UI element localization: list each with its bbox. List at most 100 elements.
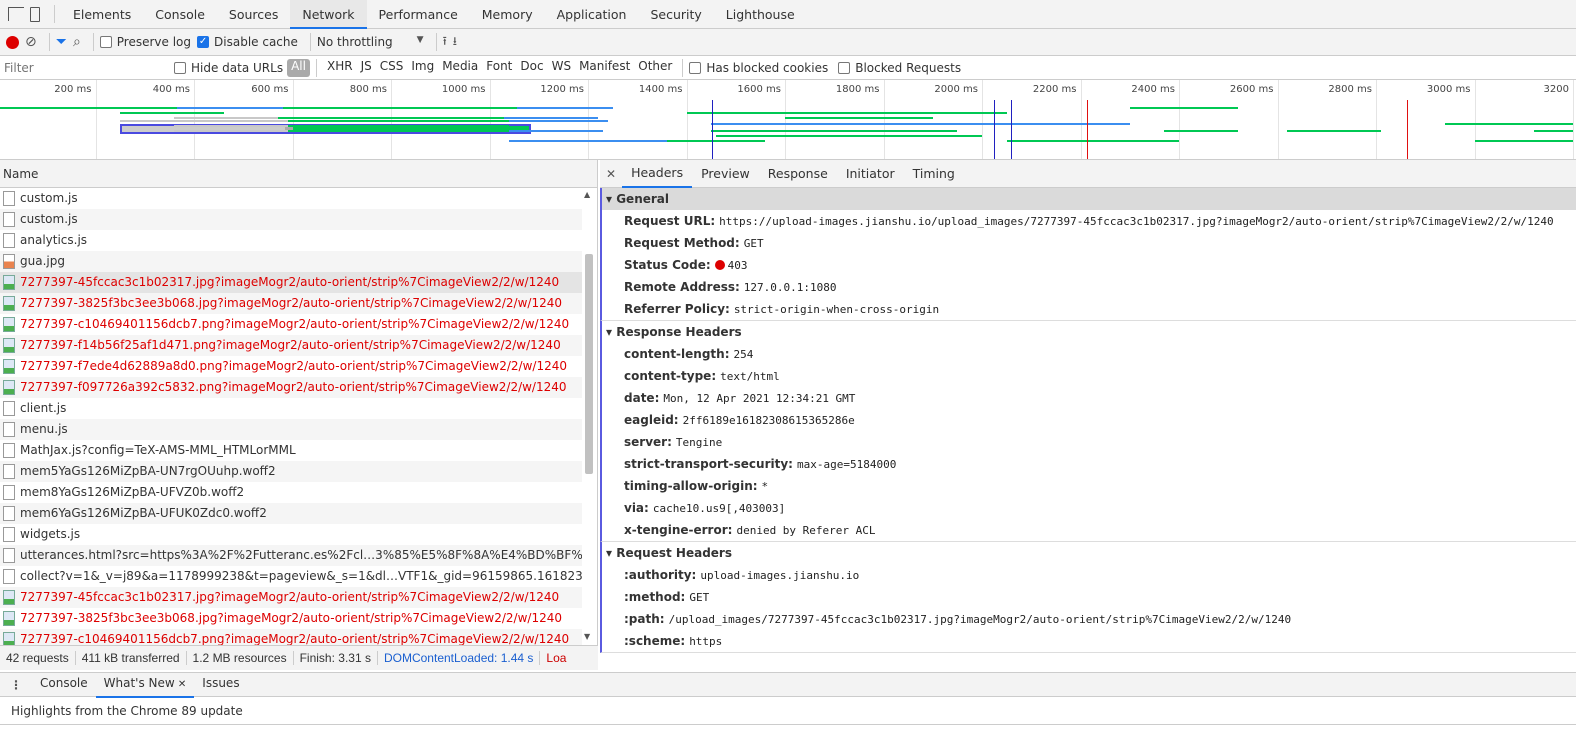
tab-performance[interactable]: Performance <box>367 0 470 29</box>
tab-security[interactable]: Security <box>638 0 713 29</box>
filter-type-other[interactable]: Other <box>634 59 676 77</box>
tab-elements[interactable]: Elements <box>61 0 143 29</box>
dropdown-arrow-icon: ▼ <box>416 35 424 45</box>
name-column-header[interactable]: Name <box>0 160 597 188</box>
request-row[interactable]: 7277397-3825f3bc3ee3b068.jpg?imageMogr2/… <box>0 293 582 314</box>
header-name: strict-transport-security: <box>624 457 793 471</box>
inspect-element-icon[interactable] <box>8 7 24 21</box>
request-row[interactable]: mem8YaGs126MiZpBA-UFVZ0b.woff2 <box>0 482 582 503</box>
request-name: 7277397-c10469401156dcb7.png?imageMogr2/… <box>20 317 570 331</box>
request-row[interactable]: mem6YaGs126MiZpBA-UFUK0Zdc0.woff2 <box>0 503 582 524</box>
disable-cache-checkbox[interactable]: ✓ Disable cache <box>197 35 298 49</box>
request-row[interactable]: 7277397-c10469401156dcb7.png?imageMogr2/… <box>0 314 582 335</box>
request-row[interactable]: mem5YaGs126MiZpBA-UN7rgOUuhp.woff2 <box>0 461 582 482</box>
drawer-tab-issues[interactable]: Issues <box>194 672 247 698</box>
header-value: Mon, 12 Apr 2021 12:34:21 GMT <box>663 392 856 405</box>
tick-label: 1200 ms <box>540 84 584 95</box>
close-details-icon[interactable]: ✕ <box>606 167 616 181</box>
has-blocked-cookies-checkbox[interactable]: Has blocked cookies <box>689 61 828 75</box>
details-tab-initiator[interactable]: Initiator <box>837 161 904 187</box>
filter-bar: Hide data URLs All XHRJSCSSImgMediaFontDo… <box>0 56 1576 80</box>
request-row[interactable]: 7277397-45fccac3c1b02317.jpg?imageMogr2/… <box>0 587 582 608</box>
checkbox[interactable] <box>99 36 112 48</box>
filter-type-js[interactable]: JS <box>357 59 376 77</box>
filter-type-font[interactable]: Font <box>482 59 516 77</box>
tab-lighthouse[interactable]: Lighthouse <box>714 0 807 29</box>
tab-console[interactable]: Console <box>143 0 217 29</box>
record-button[interactable] <box>6 35 19 49</box>
filter-icon[interactable]: ⏷ <box>56 34 67 50</box>
timeline-bar <box>282 107 517 109</box>
network-overview-timeline[interactable]: 200 ms 400 ms 600 ms 800 ms 1000 ms 1200 ms 14… <box>0 80 1576 160</box>
export-har-icon[interactable]: ⭳ <box>453 32 457 53</box>
scrollbar-thumb[interactable] <box>585 254 593 474</box>
request-row[interactable]: menu.js <box>0 419 582 440</box>
tab-application[interactable]: Application <box>545 0 639 29</box>
checkbox[interactable] <box>689 61 702 74</box>
details-tab-preview[interactable]: Preview <box>692 161 759 187</box>
request-row[interactable]: collect?v=1&_v=j89&a=1178999238&t=pagevi… <box>0 566 582 587</box>
tab-network[interactable]: Network <box>290 0 367 29</box>
tab-memory[interactable]: Memory <box>470 0 545 29</box>
request-row[interactable]: analytics.js <box>0 230 582 251</box>
timeline-bar <box>1474 140 1573 142</box>
request-row[interactable]: widgets.js <box>0 524 582 545</box>
scroll-down-icon[interactable]: ▼ <box>584 632 590 641</box>
import-har-icon[interactable]: ⭱ <box>443 32 447 53</box>
request-row[interactable]: utterances.html?src=https%3A%2F%2Futtera… <box>0 545 582 566</box>
header-value: Tengine <box>675 436 723 449</box>
filter-type-media[interactable]: Media <box>438 59 482 77</box>
preserve-log-checkbox[interactable]: Preserve log <box>99 35 191 49</box>
section-header-general[interactable]: ▾ General <box>602 188 1576 210</box>
disable-cache-label: Disable cache <box>214 35 298 49</box>
checkbox[interactable] <box>838 61 851 74</box>
scrollbar[interactable]: ▲ ▼ <box>582 188 595 645</box>
drawer-tab-console[interactable]: Console <box>32 672 96 698</box>
request-row[interactable]: 7277397-3825f3bc3ee3b068.jpg?imageMogr2/… <box>0 608 582 629</box>
throttling-select[interactable]: No throttling ▼ <box>317 35 424 49</box>
filter-type-css[interactable]: CSS <box>376 59 408 77</box>
checkbox-checked[interactable]: ✓ <box>197 36 210 48</box>
checkbox[interactable] <box>174 61 186 74</box>
request-row[interactable]: 7277397-f14b56f25af1d471.png?imageMogr2/… <box>0 335 582 356</box>
request-row[interactable]: client.js <box>0 398 582 419</box>
filter-type-doc[interactable]: Doc <box>516 59 547 77</box>
filter-type-manifest[interactable]: Manifest <box>575 59 634 77</box>
search-icon[interactable]: ⌕ <box>73 34 81 50</box>
filter-type-img[interactable]: Img <box>407 59 438 77</box>
hide-data-urls-checkbox[interactable]: Hide data URLs <box>174 61 283 75</box>
filter-input[interactable] <box>0 57 160 78</box>
request-row[interactable]: custom.js <box>0 209 582 230</box>
section-header-request[interactable]: ▾ Request Headers <box>602 542 1576 564</box>
close-tab-icon[interactable]: ✕ <box>175 679 186 690</box>
scroll-up-icon[interactable]: ▲ <box>584 190 590 199</box>
image-file-icon <box>3 275 15 290</box>
request-row[interactable]: 7277397-f097726a392c5832.png?imageMogr2/… <box>0 377 582 398</box>
timeline-bar <box>174 125 288 127</box>
filter-type-xhr[interactable]: XHR <box>323 59 357 77</box>
header-row: :path:/upload_images/7277397-45fccac3c1b… <box>602 608 1576 630</box>
drawer-tab-what-s-new[interactable]: What's New ✕ <box>95 672 195 698</box>
request-row[interactable]: gua.jpg <box>0 251 582 272</box>
tick-label: 3200 <box>1543 84 1569 95</box>
timeline-bar <box>516 107 613 109</box>
details-tab-headers[interactable]: Headers <box>622 160 693 188</box>
blocked-requests-checkbox[interactable]: Blocked Requests <box>838 61 961 75</box>
drawer-menu-icon[interactable]: ⋮ <box>0 678 32 692</box>
clear-icon[interactable]: ⊘ <box>25 34 37 50</box>
request-row[interactable]: MathJax.js?config=TeX-AMS-MML_HTMLorMML <box>0 440 582 461</box>
image-file-icon <box>3 317 15 332</box>
gridline <box>1080 80 1082 159</box>
section-header-response[interactable]: ▾ Response Headers <box>602 321 1576 343</box>
request-row[interactable]: 7277397-45fccac3c1b02317.jpg?imageMogr2/… <box>0 272 582 293</box>
header-value: 403 <box>727 259 748 272</box>
filter-type-ws[interactable]: WS <box>548 59 575 77</box>
filter-type-all[interactable]: All <box>287 58 310 77</box>
tab-sources[interactable]: Sources <box>217 0 290 29</box>
header-row: content-type: text/html <box>602 365 1576 387</box>
device-toolbar-icon[interactable] <box>30 6 40 22</box>
request-row[interactable]: 7277397-f7ede4d62889a8d0.png?imageMogr2/… <box>0 356 582 377</box>
details-tab-timing[interactable]: Timing <box>904 161 964 187</box>
details-tab-response[interactable]: Response <box>759 161 837 187</box>
request-row[interactable]: custom.js <box>0 188 582 209</box>
